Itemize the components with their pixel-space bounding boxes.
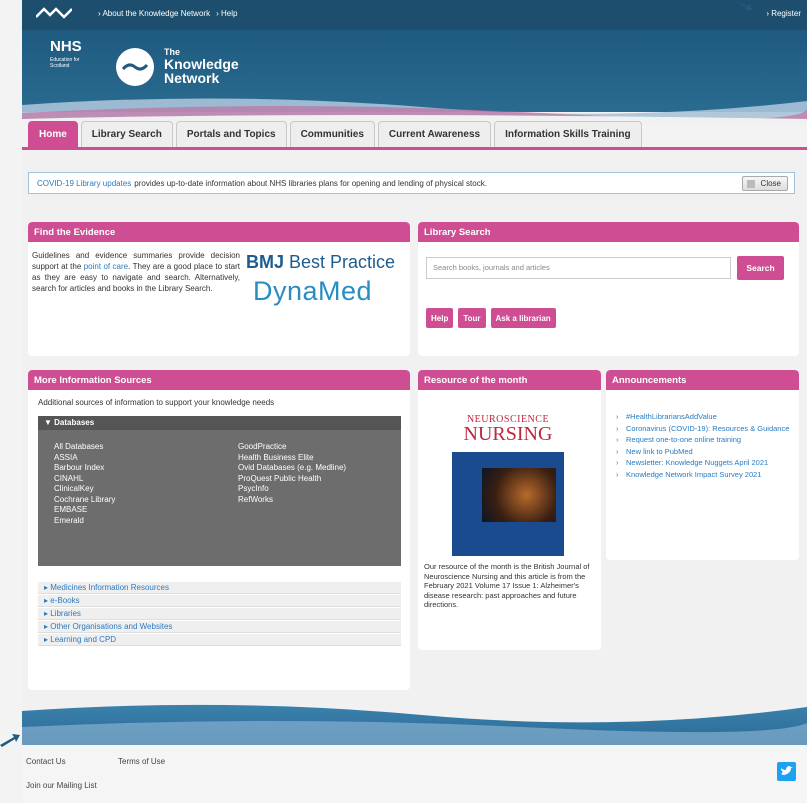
nhs-sub-text: Education for Scotland [50,57,80,69]
point-of-care-link[interactable]: point of care [84,262,128,271]
panel-title: Library Search [418,222,799,242]
cover-image [482,468,556,522]
library-help-buttons: Help Tour Ask a librarian [426,308,556,328]
ask-librarian-button[interactable]: Ask a librarian [490,308,556,328]
close-label: Close [760,179,781,188]
db-link[interactable]: Barbour Index [54,463,115,474]
register-link[interactable]: › Register [766,9,801,18]
accordion-label: Other Organisations and Websites [50,622,173,631]
db-link[interactable]: Cochrane Library [54,495,115,506]
databases-col-1: All Databases ASSIA Barbour Index CINAHL… [54,442,115,526]
more-info-intro: Additional sources of information to sup… [38,398,275,407]
databases-col-2: GoodPractice Health Business Elite Ovid … [238,442,346,505]
db-link[interactable]: Health Business Elite [238,453,346,464]
main-tabs: Home Library Search Portals and Topics C… [28,121,642,147]
notice-text: provides up-to-date information about NH… [134,178,487,188]
accordion-label: e-Books [50,596,80,605]
twitter-icon[interactable] [777,762,796,781]
accordion-label: Medicines Information Resources [50,583,169,592]
covid-notice: COVID-19 Library updates provides up-to-… [28,172,795,194]
covid-updates-link[interactable]: COVID-19 Library updates [37,179,131,188]
db-link[interactable]: PsycInfo [238,484,346,495]
db-link[interactable]: ClinicalKey [54,484,115,495]
databases-box: ▼ Databases All Databases ASSIA Barbour … [38,416,401,566]
close-icon [746,180,755,188]
close-button[interactable]: Close [741,176,788,191]
bmj-strong: BMJ [246,252,285,272]
mailing-list-link[interactable]: Join our Mailing List [26,781,97,790]
announcement-link[interactable]: Request one-to-one online training [616,435,792,445]
accordion-other-orgs[interactable]: ▸ Other Organisations and Websites [38,621,401,633]
bmj-rest: Best Practice [289,252,396,272]
db-link[interactable]: ASSIA [54,453,115,464]
site-title: The Knowledge Network [164,47,239,85]
announcement-link[interactable]: Coronavirus (COVID-19): Resources & Guid… [616,424,792,434]
library-search-panel: Library Search Search books, journals an… [418,222,799,356]
evidence-text: Guidelines and evidence summaries provid… [32,250,240,294]
accordion-label: Learning and CPD [50,635,117,644]
db-link[interactable]: RefWorks [238,495,346,506]
db-link[interactable]: EMBASE [54,505,115,516]
tab-library-search[interactable]: Library Search [80,121,173,147]
help-link[interactable]: › Help [216,9,237,18]
waves-graphic [22,697,807,745]
site-footer: Contact Us Terms of Use Join our Mailing… [22,745,807,803]
search-button[interactable]: Search [737,256,784,280]
db-link[interactable]: Ovid Databases (e.g. Medline) [238,463,346,474]
accordion-learning-cpd[interactable]: ▸ Learning and CPD [38,634,401,646]
db-link[interactable]: ProQuest Public Health [238,474,346,485]
more-info-panel: More Information Sources Additional sour… [28,370,410,690]
databases-label: Databases [54,418,95,427]
announcement-link[interactable]: New link to PubMed [616,447,792,457]
announcement-link[interactable]: #HealthLibrariansAddValue [616,412,792,422]
annotation-arrow-left [0,734,20,747]
announcement-link[interactable]: Knowledge Network Impact Survey 2021 [616,470,792,480]
db-link[interactable]: All Databases [54,442,115,453]
panel-title: Find the Evidence [28,222,410,242]
panel-title: Resource of the month [418,370,601,390]
nhs-text: NHS [50,38,82,55]
tab-home[interactable]: Home [28,121,78,147]
contact-us-link[interactable]: Contact Us [26,757,66,766]
about-link[interactable]: › About the Knowledge Network [98,9,210,18]
accordion-ebooks[interactable]: ▸ e-Books [38,595,401,607]
panel-title: Announcements [606,370,799,390]
databases-toggle[interactable]: ▼ Databases [38,416,401,430]
resource-description: Our resource of the month is the British… [424,562,590,609]
cover-line-2: NURSING [463,423,553,445]
title-line-2: Network [164,70,220,86]
footer-waves [22,697,807,745]
top-bar: › About the Knowledge Network › Help › R… [22,0,807,30]
panel-title: More Information Sources [28,370,410,390]
tour-button[interactable]: Tour [458,308,486,328]
db-link[interactable]: GoodPractice [238,442,346,453]
journal-cover-image[interactable]: NEUROSCIENCE NURSING [452,406,564,556]
bmj-best-practice-logo[interactable]: BMJ Best Practice [246,252,395,273]
accordion-medicines[interactable]: ▸ Medicines Information Resources [38,582,401,594]
find-evidence-panel: Find the Evidence Guidelines and evidenc… [28,222,410,356]
search-input[interactable]: Search books, journals and articles [426,257,731,279]
db-link[interactable]: CINAHL [54,474,115,485]
help-button[interactable]: Help [426,308,454,328]
tab-current-awareness[interactable]: Current Awareness [377,121,492,147]
annotation-arrow-right [732,0,752,10]
cover-title: NEUROSCIENCE NURSING [452,406,564,450]
accordion-label: Libraries [50,609,81,618]
tab-communities[interactable]: Communities [289,121,375,147]
announcement-link[interactable]: Newsletter: Knowledge Nuggets April 2021 [616,458,792,468]
announcements-panel: Announcements #HealthLibrariansAddValue … [606,370,799,560]
db-link[interactable]: Emerald [54,516,115,527]
knowledge-network-logo-icon[interactable] [116,48,154,86]
announcements-list: #HealthLibrariansAddValue Coronavirus (C… [616,412,792,481]
dynamed-logo[interactable]: DynaMed [253,276,372,307]
tab-portals-topics[interactable]: Portals and Topics [175,121,287,147]
resource-of-month-panel: Resource of the month NEUROSCIENCE NURSI… [418,370,601,650]
accordion-libraries[interactable]: ▸ Libraries [38,608,401,620]
tab-information-skills[interactable]: Information Skills Training [494,121,642,147]
nes-logo-icon[interactable] [36,7,72,19]
terms-of-use-link[interactable]: Terms of Use [118,757,165,766]
nhs-logo[interactable]: NHS Education for Scotland [50,38,96,84]
